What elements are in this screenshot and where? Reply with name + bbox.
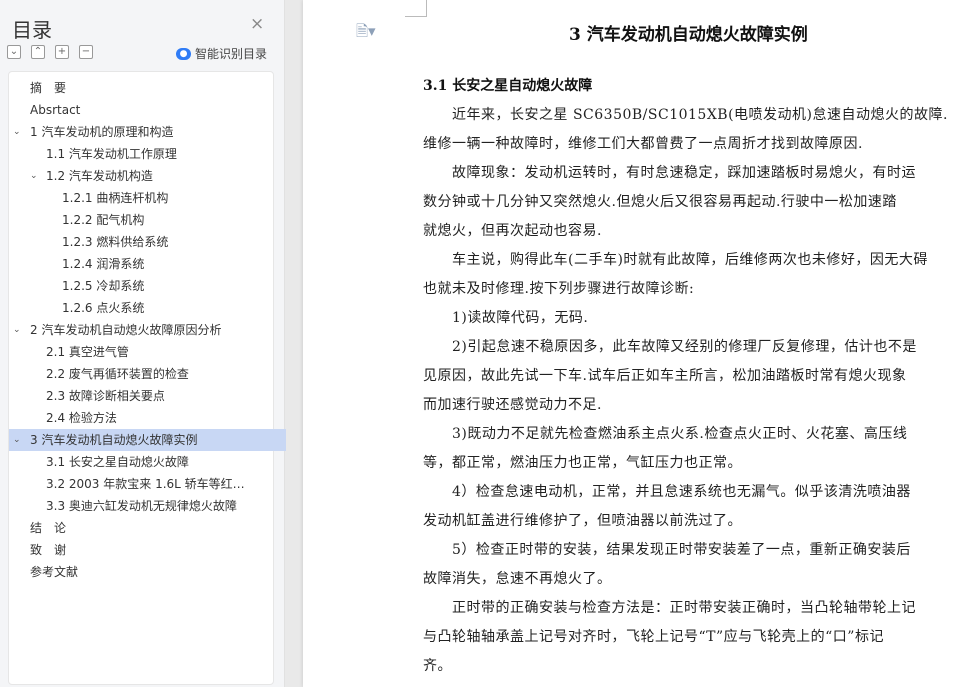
body-line: 就熄火，但再次起动也容易.: [423, 223, 602, 239]
body-line: 数分钟或十几分钟又突然熄火.但熄火后又很容易再起动.行驶中一松加速踏: [423, 194, 897, 210]
body-line: 近年来，长安之星 SC6350B/SC1015XB(电喷发动机)怠速自动熄火的故…: [423, 107, 948, 123]
page-corner-mark: [405, 16, 427, 17]
toc-item-3-3[interactable]: 3.3 奥迪六缸发动机无规律熄火故障: [9, 495, 302, 517]
page-corner-mark: [426, 0, 427, 16]
smart-recognize-icon: ●: [176, 47, 191, 60]
add-heading-icon[interactable]: +: [55, 45, 69, 59]
body-line: 发动机缸盖进行维修护了，但喷油器以前洗过了。: [423, 513, 742, 529]
toc-list: 摘 要 Absrtact ⌄ 1 汽车发动机的原理和构造 1.1 汽车发动机工作…: [8, 71, 286, 685]
toc-item-2-1[interactable]: 2.1 真空进气管: [9, 341, 302, 363]
body-line: 1)读故障代码，无码.: [423, 310, 589, 326]
toc-item-abstract-en[interactable]: Absrtact: [9, 99, 286, 121]
toc-item-1-1[interactable]: 1.1 汽车发动机工作原理: [9, 143, 302, 165]
body-line: 齐。: [423, 658, 452, 674]
toc-item-3-2[interactable]: 3.2 2003 年款宝来 1.6L 轿车等红灯熄火...: [9, 473, 249, 495]
chapter-heading: 3 汽车发动机自动熄火故障实例: [569, 25, 808, 45]
toc-sidebar: 目录 × ⌄ ⌃ + − ● 智能识别目录 摘 要 Absrtact ⌄ 1 汽…: [0, 0, 286, 687]
toc-item-2-3[interactable]: 2.3 故障诊断相关要点: [9, 385, 302, 407]
toc-item-1-2[interactable]: 1.2 汽车发动机构造: [9, 165, 302, 187]
body-line: 等，都正常，燃油压力也正常，气缸压力也正常。: [423, 455, 742, 471]
section-heading: 3.1 长安之星自动熄火故障: [423, 78, 593, 94]
sidebar-toolbar: ⌄ ⌃ + −: [7, 45, 93, 59]
toc-item-ch1[interactable]: 1 汽车发动机的原理和构造: [9, 121, 286, 143]
body-line: 与凸轮轴轴承盖上记号对齐时，飞轮上记号“T”应与飞轮壳上的“口”标记: [423, 629, 884, 645]
body-line: 4）检查怠速电动机，正常，并且怠速系统也无漏气。似乎该清洗喷油器: [423, 484, 911, 500]
body-line: 故障现象：发动机运转时，有时怠速稳定，踩加速踏板时易熄火，有时运: [423, 165, 916, 181]
toc-item-1-2-5[interactable]: 1.2.5 冷却系统: [9, 275, 318, 297]
smart-recognize-label: 智能识别目录: [195, 47, 268, 61]
chevron-down-icon[interactable]: ⌄: [13, 435, 21, 445]
toc-item-1-2-2[interactable]: 1.2.2 配气机构: [9, 209, 318, 231]
document-page[interactable]: 🗎▾ 3 汽车发动机自动熄火故障实例 3.1 长安之星自动熄火故障 近年来，长安…: [303, 0, 958, 687]
toc-item-acknowledgement[interactable]: 致 谢: [9, 539, 286, 561]
toc-item-1-2-1[interactable]: 1.2.1 曲柄连杆机构: [9, 187, 318, 209]
toc-item-ch3[interactable]: 3 汽车发动机自动熄火故障实例: [9, 429, 286, 451]
toc-item-1-2-4[interactable]: 1.2.4 润滑系统: [9, 253, 318, 275]
body-line: 正时带的正确安装与检查方法是：正时带安装正确时，当凸轮轴带轮上记: [423, 600, 916, 616]
document-icon[interactable]: 🗎▾: [356, 21, 376, 46]
body-line: 见原因，故此先试一下车.试车后正如车主所言，松加油踏板时常有熄火现象: [423, 368, 907, 384]
toc-item-abstract-cn[interactable]: 摘 要: [9, 77, 286, 99]
body-line: 5）检查正时带的安装，结果发现正时带安装差了一点，重新正确安装后: [423, 542, 911, 558]
toc-item-conclusion[interactable]: 结 论: [9, 517, 286, 539]
toc-item-3-1[interactable]: 3.1 长安之星自动熄火故障: [9, 451, 302, 473]
toc-item-1-2-3[interactable]: 1.2.3 燃料供给系统: [9, 231, 318, 253]
body-line: 而加速行驶还感觉动力不足.: [423, 397, 602, 413]
close-icon[interactable]: ×: [250, 14, 264, 34]
toc-item-2-4[interactable]: 2.4 检验方法: [9, 407, 302, 429]
body-line: 故障消失，怠速不再熄火了。: [423, 571, 612, 587]
toc-item-1-2-6[interactable]: 1.2.6 点火系统: [9, 297, 318, 319]
expand-all-icon[interactable]: ⌄: [7, 45, 21, 59]
toc-item-references[interactable]: 参考文献: [9, 561, 286, 583]
document-area: 🗎▾ 3 汽车发动机自动熄火故障实例 3.1 长安之星自动熄火故障 近年来，长安…: [290, 0, 958, 687]
body-line: 维修一辆一种故障时，维修工们大都曾费了一点周折才找到故障原因.: [423, 136, 863, 152]
remove-heading-icon[interactable]: −: [79, 45, 93, 59]
body-line: 也就未及时修理.按下列步骤进行故障诊断:: [423, 281, 695, 297]
toc-item-ch2[interactable]: 2 汽车发动机自动熄火故障原因分析: [9, 319, 286, 341]
collapse-all-icon[interactable]: ⌃: [31, 45, 45, 59]
smart-recognize-button[interactable]: ● 智能识别目录: [176, 45, 267, 62]
sidebar-title: 目录: [12, 18, 52, 42]
toc-item-2-2[interactable]: 2.2 废气再循环装置的检查: [9, 363, 302, 385]
body-line: 3)既动力不足就先检查燃油系主点火系.检查点火正时、火花塞、高压线: [423, 426, 908, 442]
body-line: 2)引起怠速不稳原因多，此车故障又经别的修理厂反复修理，估计也不是: [423, 339, 917, 355]
body-line: 车主说，购得此车(二手车)时就有此故障，后维修两次也未修好，因无大碍: [423, 252, 928, 268]
